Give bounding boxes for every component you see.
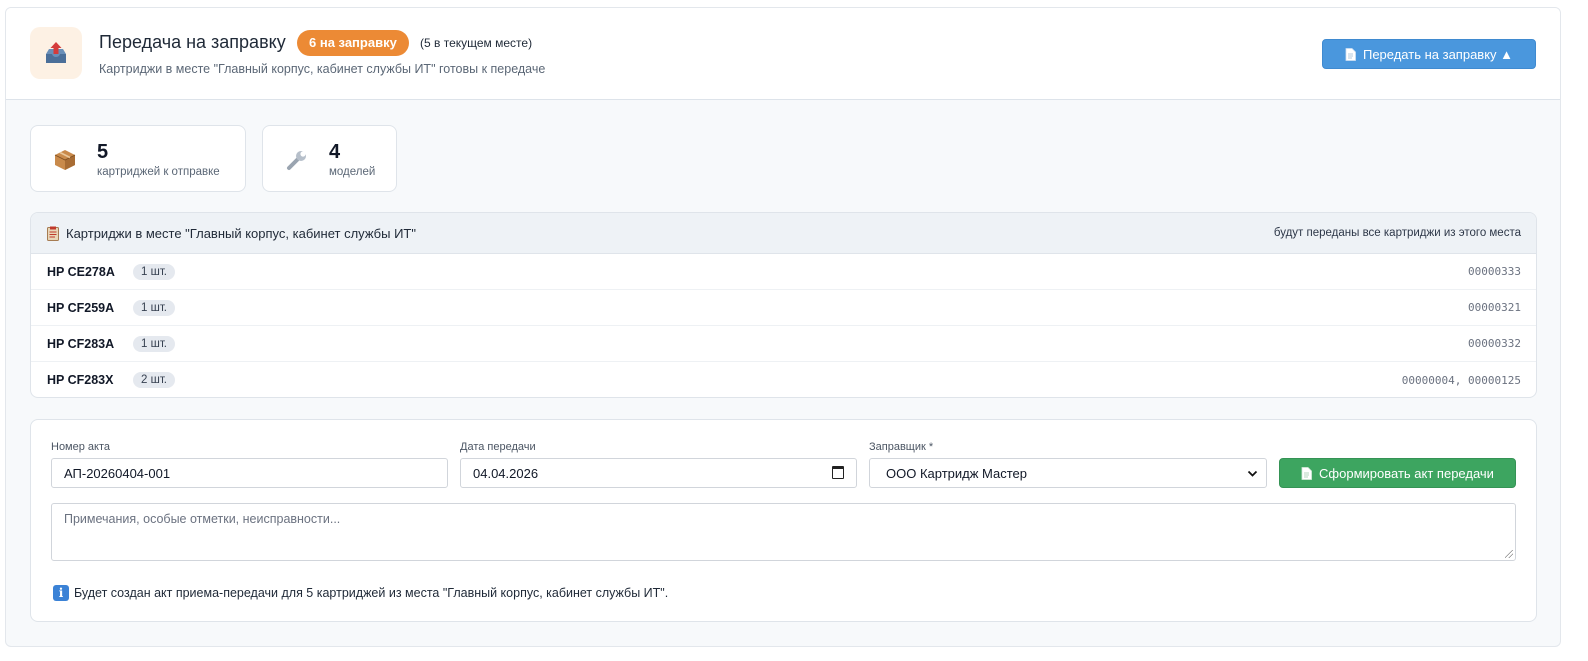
document-icon <box>1345 47 1356 61</box>
cartridge-serials: 00000332 <box>1468 337 1521 350</box>
info-icon: i <box>53 585 69 601</box>
transfer-button-label: Передать на заправку ▲ <box>1362 46 1514 62</box>
cartridges-count: 5 <box>97 141 109 163</box>
info-text: Будет создан акт приема-передачи для 5 к… <box>74 586 669 600</box>
chevron-down-icon <box>1247 470 1258 477</box>
document-icon <box>1301 466 1312 480</box>
table-row: HP CF283A 1 шт. 00000332 <box>31 326 1536 362</box>
cartridge-qty-badge: 1 шт. <box>133 335 176 352</box>
refill-transfer-card: Передача на заправку 6 на заправку (5 в … <box>5 7 1561 647</box>
cartridge-qty-badge: 1 шт. <box>133 263 176 280</box>
cartridge-model: HP CF283A <box>47 336 115 351</box>
wrench-icon <box>285 148 309 176</box>
refill-count-badge: 6 на заправку <box>297 30 409 56</box>
notes-placeholder: Примечания, особые отметки, неисправност… <box>64 512 341 526</box>
act-number-input[interactable]: АП-20260404-001 <box>51 458 448 488</box>
refiller-select[interactable]: ООО Картридж Мастер <box>869 458 1267 488</box>
generate-act-button[interactable]: Сформировать акт передачи <box>1279 458 1516 488</box>
package-icon <box>53 148 77 176</box>
table-row: HP CF283X 2 шт. 00000004, 00000125 <box>31 362 1536 397</box>
current-location-count: (5 в текущем месте) <box>420 36 533 50</box>
cartridge-model: HP CF259A <box>47 300 115 315</box>
page-title: Передача на заправку <box>99 32 286 52</box>
cartridge-list: Картриджи в месте "Главный корпус, кабин… <box>30 212 1537 398</box>
table-row: HP CF259A 1 шт. 00000321 <box>31 290 1536 326</box>
cartridges-label: картриджей к отправке <box>97 166 220 178</box>
transfer-date-label: Дата передачи <box>460 441 536 453</box>
transfer-date-input[interactable]: 04.04.2026 <box>460 458 857 488</box>
generate-act-label: Сформировать акт передачи <box>1319 465 1494 481</box>
header: Передача на заправку 6 на заправку (5 в … <box>6 8 1560 100</box>
page-subtitle: Картриджи в месте "Главный корпус, кабин… <box>99 62 546 76</box>
outbox-upload-icon <box>30 27 82 79</box>
models-count: 4 <box>329 141 341 163</box>
refiller-label: Заправщик * <box>869 441 934 453</box>
transfer-to-refill-button[interactable]: Передать на заправку ▲ <box>1322 39 1536 69</box>
cartridge-serials: 00000004, 00000125 <box>1401 373 1521 387</box>
models-label: моделей <box>329 166 376 178</box>
table-row: HP CE278A 1 шт. 00000333 <box>31 254 1536 290</box>
info-message: i Будет создан акт приема-передачи для 5… <box>53 585 668 601</box>
act-number-value: АП-20260404-001 <box>64 465 171 481</box>
notes-textarea[interactable]: Примечания, особые отметки, неисправност… <box>51 503 1516 561</box>
calendar-icon[interactable] <box>832 466 844 479</box>
cartridge-list-note: будут переданы все картриджи из этого ме… <box>1273 227 1521 239</box>
stat-cartridges: 5 картриджей к отправке <box>30 125 246 192</box>
cartridge-model: HP CE278A <box>47 264 115 279</box>
cartridge-serials: 00000333 <box>1468 265 1521 278</box>
act-number-label: Номер акта <box>51 441 111 453</box>
stat-models: 4 моделей <box>262 125 397 192</box>
refiller-selected-value: ООО Картридж Мастер <box>886 465 1028 481</box>
cartridge-list-header: Картриджи в месте "Главный корпус, кабин… <box>31 213 1536 254</box>
transfer-date-value: 04.04.2026 <box>473 465 539 481</box>
cartridge-serials: 00000321 <box>1468 301 1521 314</box>
cartridge-list-title: Картриджи в месте "Главный корпус, кабин… <box>66 225 416 241</box>
resize-handle[interactable] <box>1505 550 1513 558</box>
cartridge-qty-badge: 1 шт. <box>133 299 176 316</box>
transfer-act-form: Номер акта АП-20260404-001 Дата передачи… <box>30 419 1537 622</box>
clipboard-icon <box>47 226 59 241</box>
cartridge-qty-badge: 2 шт. <box>133 372 176 388</box>
cartridge-model: HP CF283X <box>47 373 114 387</box>
